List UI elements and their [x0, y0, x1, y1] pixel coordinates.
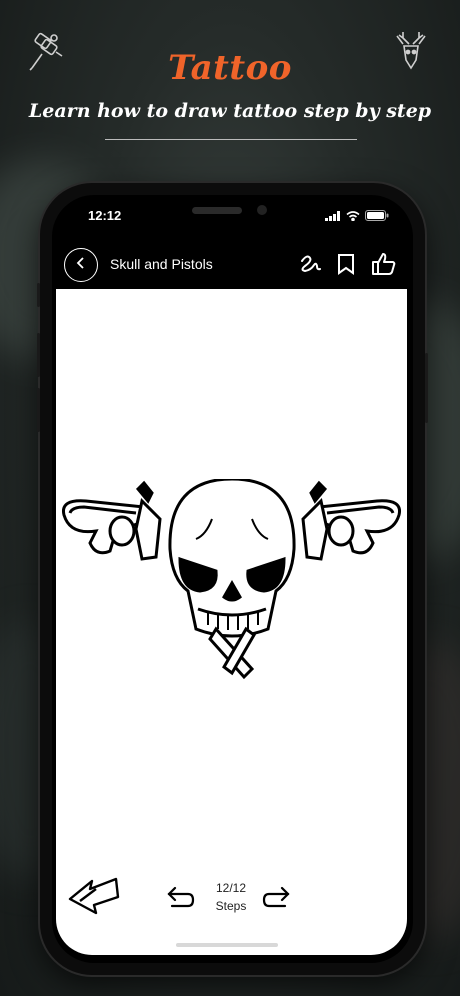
phone-side-button: [425, 353, 428, 423]
step-counter: 12/12 Steps: [206, 879, 256, 915]
status-icons: [325, 208, 389, 226]
status-time: 12:12: [88, 208, 122, 223]
phone-frame: 12:12 Skull and Pistols 12/12 Steps: [37, 183, 428, 975]
battery-icon: [365, 208, 389, 226]
bookmark-icon[interactable]: [337, 253, 355, 280]
nav-actions: [299, 252, 397, 281]
phone-side-button: [37, 283, 40, 307]
undo-icon[interactable]: [166, 885, 196, 916]
speaker-notch: [192, 207, 242, 214]
redo-icon[interactable]: [261, 885, 291, 916]
signal-icon: [325, 208, 341, 226]
front-camera: [257, 205, 267, 215]
status-bar: 12:12: [52, 195, 413, 235]
app-title: Tattoo: [168, 48, 292, 88]
stroke-icon[interactable]: [299, 253, 321, 280]
chevron-left-icon: [75, 256, 87, 275]
stepper-bar: 12/12 Steps: [56, 865, 407, 955]
top-nav: Skull and Pistols: [52, 240, 413, 290]
step-label: Steps: [215, 899, 247, 913]
phone-screen: 12:12 Skull and Pistols 12/12 Steps: [52, 195, 413, 963]
drawing-title: Skull and Pistols: [110, 256, 213, 272]
drawing-canvas[interactable]: 12/12 Steps: [56, 289, 407, 955]
tagline: Learn how to draw tattoo step by step: [28, 100, 432, 122]
skull-and-pistols-icon: [56, 477, 407, 689]
home-indicator: [176, 943, 278, 947]
like-icon[interactable]: [371, 252, 397, 281]
step-count: 12/12: [215, 881, 247, 895]
wifi-icon: [346, 208, 360, 226]
back-button[interactable]: [64, 248, 98, 282]
phone-side-button: [37, 333, 40, 377]
double-arrow-left-icon[interactable]: [66, 873, 126, 922]
phone-side-button: [37, 388, 40, 432]
title-divider: [105, 139, 357, 140]
